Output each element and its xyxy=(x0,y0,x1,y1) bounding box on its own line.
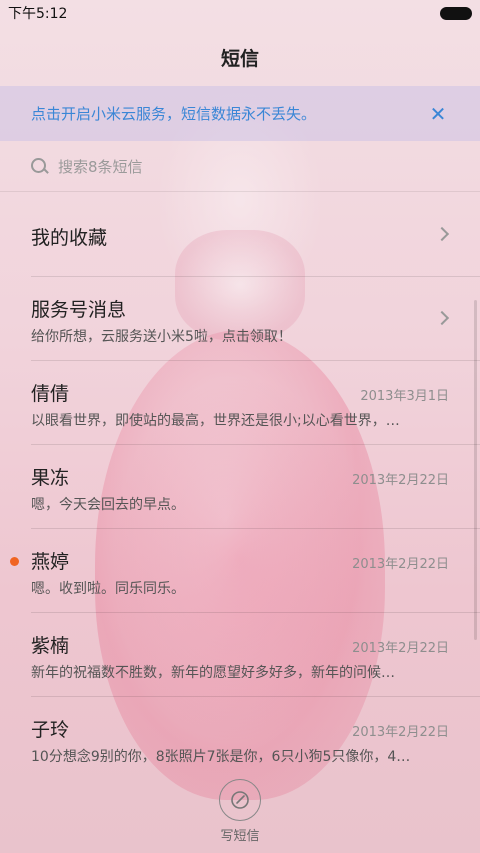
conversation-row[interactable]: 燕婷 2013年2月22日 嗯。收到啦。同乐同乐。 xyxy=(10,529,480,613)
close-icon[interactable]: ✕ xyxy=(426,102,450,126)
service-name: 服务号消息 xyxy=(31,299,127,321)
battery-icon xyxy=(440,6,472,20)
compose-button[interactable]: 写短信 xyxy=(0,770,480,853)
conversation-row[interactable]: 子玲 2013年2月22日 10分想念9别的你，8张照片7张是你，6只小狗5只像… xyxy=(31,697,480,781)
chevron-right-icon xyxy=(434,310,450,326)
message-date: 2013年2月22日 xyxy=(352,473,449,488)
compose-label: 写短信 xyxy=(220,829,260,844)
page-title: 短信 xyxy=(220,48,259,70)
contact-name: 子玲 xyxy=(31,719,70,741)
message-snippet: 嗯。收到啦。同乐同乐。 xyxy=(31,581,185,597)
conversation-row[interactable]: 倩倩 2013年3月1日 以眼看世界，即使站的最高，世界还是很小;以心看世界，… xyxy=(31,361,480,445)
favorites-item[interactable]: 我的收藏 xyxy=(31,193,480,277)
service-messages-item[interactable]: 服务号消息 给你所想，云服务送小米5啦，点击领取！ xyxy=(31,277,480,361)
conversation-row[interactable]: 紫楠 2013年2月22日 新年的祝福数不胜数，新年的愿望好多好多，新年的问候… xyxy=(31,613,480,697)
status-time: 下午5:12 xyxy=(8,6,68,22)
message-date: 2013年2月22日 xyxy=(352,557,449,572)
message-date: 2013年2月22日 xyxy=(352,725,449,740)
contact-name: 燕婷 xyxy=(31,551,70,573)
conversation-list: 我的收藏 服务号消息 给你所想，云服务送小米5啦，点击领取！ 倩倩 2013年3… xyxy=(0,193,480,781)
conversation-row[interactable]: 果冻 2013年2月22日 嗯，今天会回去的早点。 xyxy=(31,445,480,529)
search-input[interactable]: 搜索8条短信 xyxy=(58,156,143,177)
message-snippet: 新年的祝福数不胜数，新年的愿望好多好多，新年的问候… xyxy=(31,665,395,681)
service-snippet: 给你所想，云服务送小米5啦，点击领取！ xyxy=(31,329,292,345)
message-date: 2013年2月22日 xyxy=(352,641,449,656)
message-date: 2013年3月1日 xyxy=(360,389,449,404)
compose-icon[interactable] xyxy=(219,779,261,821)
status-bar: 下午5:12 xyxy=(0,0,480,26)
message-snippet: 嗯，今天会回去的早点。 xyxy=(31,497,185,513)
cloud-service-banner[interactable]: 点击开启小米云服务，短信数据永不丢失。 ✕ xyxy=(0,86,480,141)
contact-name: 果冻 xyxy=(31,467,70,489)
search-icon xyxy=(31,157,49,176)
favorites-label: 我的收藏 xyxy=(31,227,108,249)
scrollbar[interactable] xyxy=(474,300,477,640)
search-bar[interactable]: 搜索8条短信 xyxy=(0,142,480,192)
contact-name: 紫楠 xyxy=(31,635,70,657)
unread-dot-icon xyxy=(10,557,19,566)
banner-text[interactable]: 点击开启小米云服务，短信数据永不丢失。 xyxy=(31,103,426,124)
message-snippet: 10分想念9别的你，8张照片7张是你，6只小狗5只像你，4… xyxy=(31,749,411,765)
message-snippet: 以眼看世界，即使站的最高，世界还是很小;以心看世界，… xyxy=(31,413,400,429)
chevron-right-icon xyxy=(434,226,450,242)
contact-name: 倩倩 xyxy=(31,383,70,405)
